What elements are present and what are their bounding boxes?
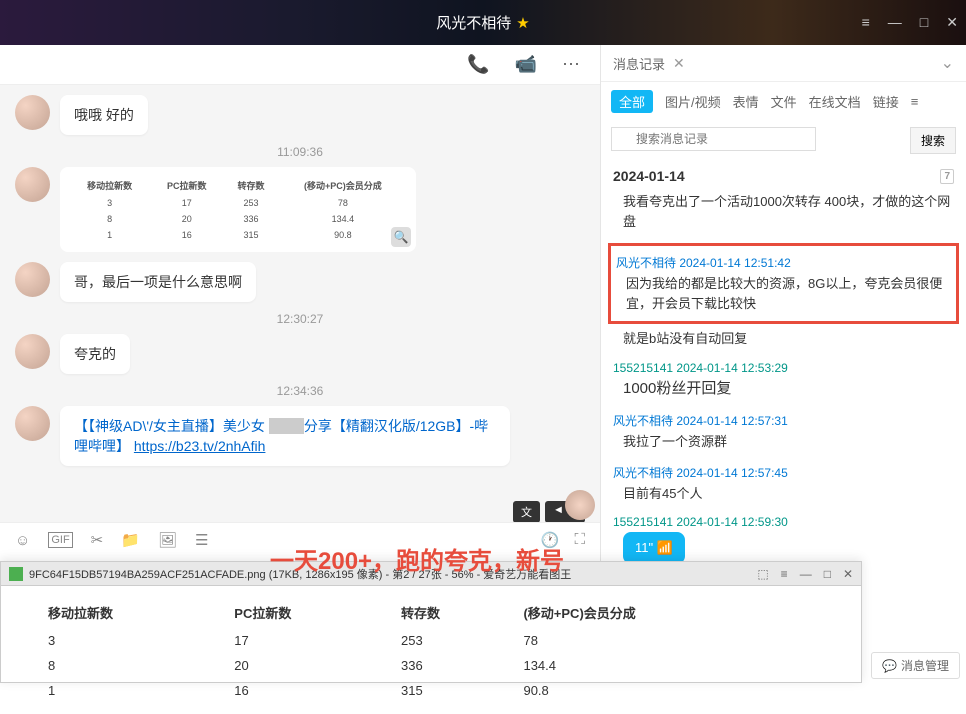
message-bubble: 夸克的 <box>60 334 130 374</box>
contact-name: 风光不相待 <box>436 12 511 33</box>
close-icon[interactable]: ✕ <box>843 567 853 581</box>
log-sender: 风光不相待 2024-01-14 12:57:31 <box>613 412 954 429</box>
chat-icon: 💬 <box>882 659 897 673</box>
col-header: 转存数 <box>396 598 516 627</box>
message-manage-button[interactable]: 💬 消息管理 <box>871 652 960 679</box>
table-row: 11631590.8 <box>43 679 819 702</box>
tab-media[interactable]: 图片/视频 <box>665 92 721 111</box>
timestamp: 11:09:36 <box>15 145 585 159</box>
message-row: 哥，最后一项是什么意思啊 <box>15 262 585 302</box>
log-item-highlighted: 风光不相待 2024-01-14 12:51:42 因为我给的都是比较大的资源，… <box>608 243 959 324</box>
date-label: 2024-01-14 <box>613 168 685 184</box>
log-item: 就是b站没有自动回复 <box>613 329 954 349</box>
message-bubble: 哥，最后一项是什么意思啊 <box>60 262 256 302</box>
log-item: 155215141 2024-01-14 12:53:29 1000粉丝开回复 <box>613 361 954 401</box>
search-row: 搜索 <box>601 121 966 160</box>
date-header: 2024-01-14 7 <box>601 160 966 192</box>
emoji-icon[interactable]: ☺ <box>15 532 30 549</box>
avatar[interactable] <box>15 406 50 441</box>
dropdown-icon[interactable]: ⌄ <box>941 53 954 73</box>
more-icon[interactable]: ⋯ <box>562 54 580 75</box>
call-toolbar: 📞 📹 ⋯ <box>0 45 600 85</box>
message-row: 【【神级AD\'/女主直播】美少女 1 5 0 分享【精翻汉化版/12GB】-哔… <box>15 406 585 466</box>
avatar[interactable] <box>15 262 50 297</box>
scissors-icon[interactable]: ✂ <box>91 531 104 549</box>
message-bubble: 【【神级AD\'/女主直播】美少女 1 5 0 分享【精翻汉化版/12GB】-哔… <box>60 406 510 466</box>
viewer-content: 移动拉新数 PC拉新数 转存数 (移动+PC)会员分成 31725378 820… <box>1 586 861 714</box>
title-bar: 风光不相待 ★ ≡ — □ ✕ <box>0 0 966 45</box>
tab-file[interactable]: 文件 <box>771 92 797 111</box>
panel-title: 消息记录 <box>613 54 665 73</box>
filter-tabs: 全部 图片/视频 表情 文件 在线文档 链接 ≡ <box>601 82 966 121</box>
image-viewer-window: 9FC64F15DB57194BA259ACF251ACFADE.png (17… <box>0 561 862 683</box>
pin-icon[interactable]: ⬚ <box>757 567 768 581</box>
tab-link[interactable]: 链接 <box>873 92 899 111</box>
maximize-icon[interactable]: □ <box>824 567 831 581</box>
gif-icon[interactable]: GIF <box>48 532 72 548</box>
log-item: 我看夸克出了一个活动1000次转存 400块，才做的这个网盘 <box>613 192 954 231</box>
log-item: 风光不相待 2024-01-14 12:57:45 目前有45个人 <box>613 464 954 504</box>
expand-icon[interactable]: ⛶ <box>574 531 585 549</box>
message-bubble: 哦哦 好的 <box>60 95 148 135</box>
voice-message[interactable]: 11" 📶 <box>623 532 685 564</box>
window-title: 风光不相待 ★ <box>436 12 529 33</box>
avatar-small[interactable] <box>565 490 595 520</box>
avatar[interactable] <box>15 167 50 202</box>
data-table: 移动拉新数 PC拉新数 转存数 (移动+PC)会员分成 31725378 820… <box>41 596 821 704</box>
table-row: 820336134.4 <box>43 654 819 677</box>
video-call-icon[interactable]: 📹 <box>515 54 537 75</box>
table-row: 31725378 <box>43 629 819 652</box>
annotation-text: 一天200+，跑的夸克，新号 <box>270 541 564 576</box>
app-icon <box>9 567 23 581</box>
close-panel-icon[interactable]: ✕ <box>673 55 685 72</box>
voice-call-icon[interactable]: 📞 <box>467 54 489 75</box>
col-header: PC拉新数 <box>229 598 394 627</box>
star-icon: ★ <box>516 14 529 32</box>
log-sender: 155215141 2024-01-14 12:59:30 <box>613 515 954 529</box>
avatar[interactable] <box>15 95 50 130</box>
data-table-thumb: 移动拉新数PC拉新数转存数(移动+PC)会员分成 31725378 820336… <box>68 175 408 244</box>
chat-area: 📞 📹 ⋯ 哦哦 好的 11:09:36 移动拉新数PC拉新数转存数(移动+PC… <box>0 45 600 523</box>
message-row: 哦哦 好的 <box>15 95 585 135</box>
close-icon[interactable]: ✕ <box>946 14 958 31</box>
log-item: 155215141 2024-01-14 12:59:30 11" 📶 <box>613 515 954 564</box>
search-button[interactable]: 搜索 <box>910 127 956 154</box>
translate-button[interactable]: 文 <box>513 501 540 523</box>
message-row: 移动拉新数PC拉新数转存数(移动+PC)会员分成 31725378 820336… <box>15 167 585 252</box>
window-controls: ≡ — □ ✕ <box>862 14 958 31</box>
tab-doc[interactable]: 在线文档 <box>809 92 861 111</box>
panel-header: 消息记录 ✕ ⌄ <box>601 45 966 82</box>
calendar-icon[interactable]: 7 <box>940 169 954 184</box>
chat-messages: 哦哦 好的 11:09:36 移动拉新数PC拉新数转存数(移动+PC)会员分成 … <box>0 85 600 486</box>
image-icon[interactable]: 🖼 <box>158 531 177 549</box>
tab-more[interactable]: ≡ <box>911 94 919 109</box>
col-header: (移动+PC)会员分成 <box>518 598 819 627</box>
image-message[interactable]: 移动拉新数PC拉新数转存数(移动+PC)会员分成 31725378 820336… <box>60 167 416 252</box>
log-sender: 风光不相待 2024-01-14 12:57:45 <box>613 464 954 481</box>
viewer-controls: ⬚ ≡ — □ ✕ <box>757 567 853 581</box>
log-list: 我看夸克出了一个活动1000次转存 400块，才做的这个网盘 风光不相待 202… <box>601 192 966 564</box>
tab-sticker[interactable]: 表情 <box>733 92 759 111</box>
log-item: 风光不相待 2024-01-14 12:57:31 我拉了一个资源群 <box>613 412 954 452</box>
menu-icon[interactable]: ≡ <box>862 14 870 31</box>
minimize-icon[interactable]: — <box>888 14 902 31</box>
microphone-icon[interactable]: ☰ <box>195 531 208 549</box>
shared-link[interactable]: https://b23.tv/2nhAfih <box>134 438 266 454</box>
log-sender: 155215141 2024-01-14 12:53:29 <box>613 361 954 375</box>
search-input[interactable] <box>611 127 816 151</box>
magnify-icon[interactable]: 🔍 <box>391 227 411 247</box>
avatar[interactable] <box>15 334 50 369</box>
message-row: 夸克的 <box>15 334 585 374</box>
maximize-icon[interactable]: □ <box>920 14 928 31</box>
file-icon[interactable]: 📁 <box>121 531 140 549</box>
timestamp: 12:30:27 <box>15 312 585 326</box>
minimize-icon[interactable]: — <box>800 567 812 581</box>
timestamp: 12:34:36 <box>15 384 585 398</box>
menu-icon[interactable]: ≡ <box>781 567 788 581</box>
tab-all[interactable]: 全部 <box>611 90 653 113</box>
col-header: 移动拉新数 <box>43 598 227 627</box>
log-sender: 风光不相待 2024-01-14 12:51:42 <box>616 254 951 271</box>
